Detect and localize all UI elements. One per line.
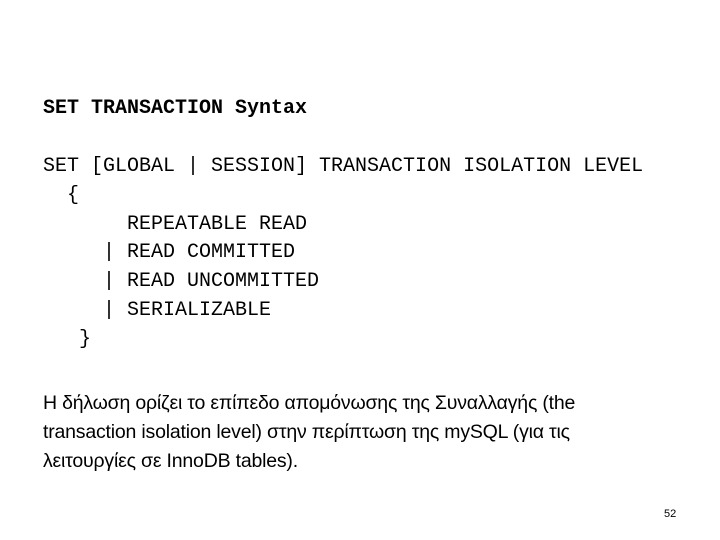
- description-line: λειτουργίες σε InnoDB tables).: [43, 450, 298, 472]
- description-line: Η δήλωση ορίζει το επίπεδο απομόνωσης τη…: [43, 392, 576, 414]
- code-line-set-statement: SET [GLOBAL | SESSION] TRANSACTION ISOLA…: [43, 155, 644, 178]
- description-line: transaction isolation level) στην περίπτ…: [43, 421, 570, 443]
- description-paragraph: Η δήλωση ορίζει το επίπεδο απομόνωσης τη…: [43, 389, 693, 476]
- code-line-open-brace: {: [43, 184, 80, 207]
- page-number: 52: [664, 508, 677, 520]
- code-line-read-committed: | READ COMMITTED: [43, 241, 296, 264]
- code-line-close-brace: }: [43, 328, 92, 351]
- slide-title: SET TRANSACTION Syntax: [43, 97, 308, 120]
- code-line-read-uncommitted: | READ UNCOMMITTED: [43, 270, 320, 293]
- code-line-serializable: | SERIALIZABLE: [43, 299, 272, 322]
- code-line-repeatable-read: REPEATABLE READ: [43, 213, 308, 236]
